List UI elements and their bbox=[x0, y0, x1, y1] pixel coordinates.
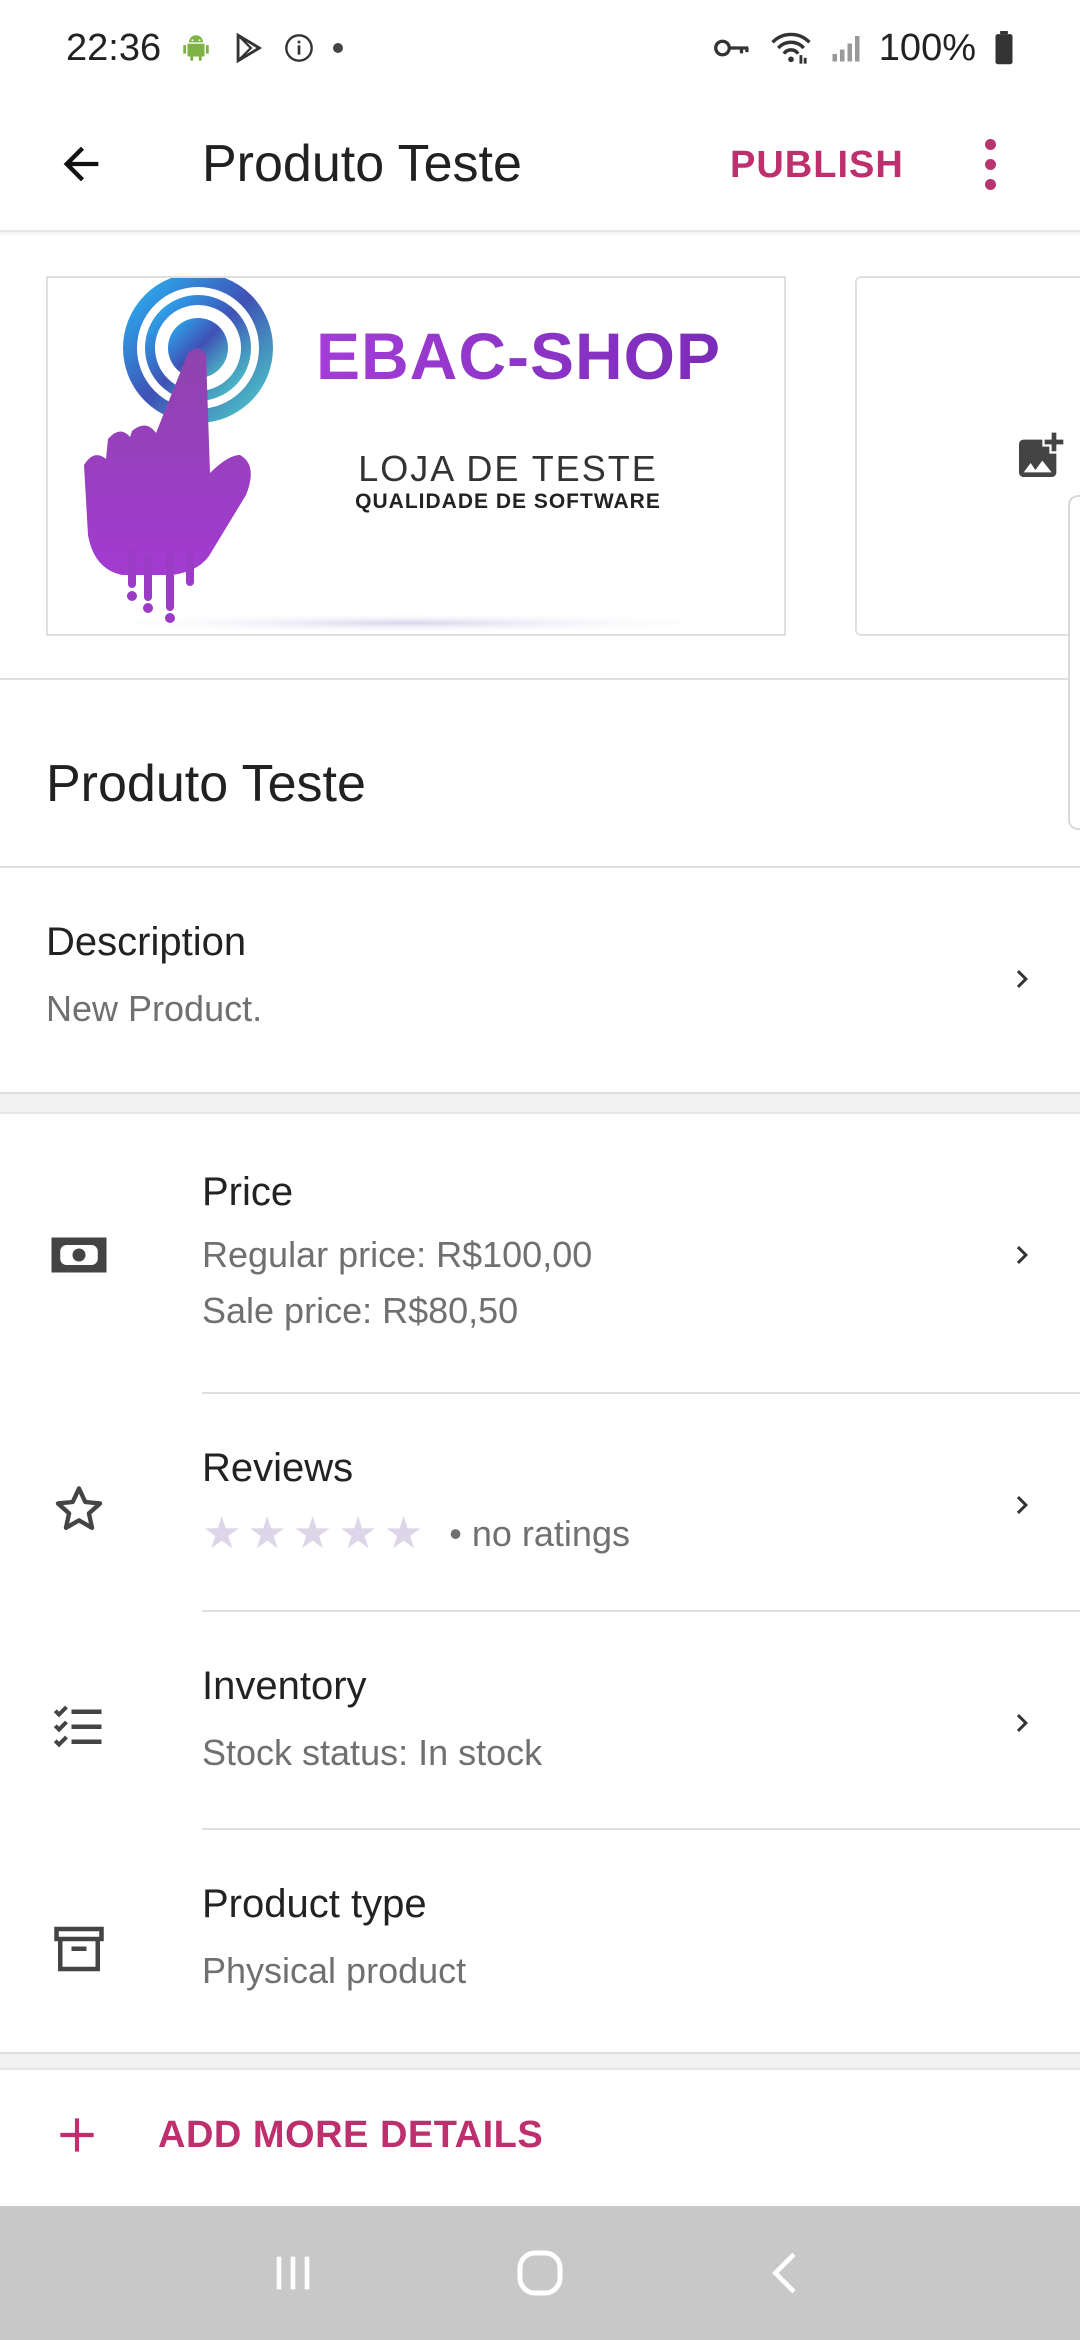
product-type-text: Product type Physical product bbox=[202, 1882, 466, 1997]
regular-price: Regular price: R$100,00 bbox=[202, 1234, 593, 1275]
status-bar: 22:36 100% bbox=[0, 0, 1080, 96]
rating-stars: ★ ★ ★ ★ ★ • no ratings bbox=[202, 1509, 630, 1559]
checklist-icon bbox=[48, 1696, 110, 1758]
description-title: Description bbox=[46, 920, 247, 964]
description-value: New Product. bbox=[46, 988, 263, 1029]
logo-tagline: QUALIDADE DE SOFTWARE bbox=[355, 490, 661, 513]
logo-subtitle: LOJA DE TESTE bbox=[358, 448, 658, 489]
chevron-right-icon bbox=[1002, 1230, 1042, 1280]
inventory-title: Inventory bbox=[202, 1664, 367, 1708]
battery-percent: 100% bbox=[878, 26, 976, 69]
inventory-text: Inventory Stock status: In stock bbox=[202, 1664, 542, 1779]
add-more-details-button[interactable]: ADD MORE DETAILS bbox=[0, 2070, 1080, 2206]
money-icon bbox=[48, 1224, 110, 1286]
rating-star-icon: ★ bbox=[338, 1509, 378, 1558]
section-divider bbox=[0, 2052, 1080, 2070]
description-row[interactable]: Description New Product. bbox=[0, 868, 1080, 1092]
status-bar-left: 22:36 bbox=[66, 26, 344, 70]
signal-icon bbox=[831, 33, 861, 63]
product-title: Produto Teste bbox=[46, 755, 366, 813]
recent-apps-icon bbox=[276, 2256, 310, 2290]
stock-status: Stock status: In stock bbox=[202, 1732, 543, 1773]
status-time: 22:36 bbox=[66, 26, 162, 69]
play-store-icon bbox=[231, 31, 265, 65]
rating-star-icon: ★ bbox=[383, 1509, 424, 1558]
app-bar: Produto Teste PUBLISH bbox=[0, 96, 1080, 232]
price-row[interactable]: Price Regular price: R$100,00 Sale price… bbox=[0, 1114, 1080, 1394]
price-text: Price Regular price: R$100,00 Sale price… bbox=[202, 1170, 592, 1337]
back-button[interactable] bbox=[46, 126, 116, 202]
chevron-right-icon bbox=[1002, 954, 1042, 1004]
vpn-key-icon bbox=[713, 33, 751, 63]
product-title-row[interactable]: Produto Teste bbox=[0, 682, 1080, 868]
add-photo-icon bbox=[1019, 432, 1064, 477]
price-title: Price bbox=[202, 1170, 294, 1214]
home-button[interactable] bbox=[495, 2233, 585, 2313]
reviews-title: Reviews bbox=[202, 1446, 354, 1490]
home-icon bbox=[517, 2250, 563, 2296]
rating-text: • no ratings bbox=[449, 1513, 630, 1554]
back-nav-button[interactable] bbox=[742, 2233, 832, 2313]
product-type-title: Product type bbox=[202, 1882, 427, 1926]
product-type-value: Physical product bbox=[202, 1950, 467, 1991]
recent-apps-button[interactable] bbox=[248, 2233, 338, 2313]
system-nav-bar bbox=[0, 2206, 1080, 2340]
info-icon bbox=[283, 32, 315, 64]
battery-icon bbox=[994, 31, 1014, 65]
star-outline-icon bbox=[48, 1478, 110, 1540]
chevron-right-icon bbox=[1002, 1698, 1042, 1748]
rating-star-icon: ★ bbox=[247, 1509, 287, 1558]
notification-dot-icon bbox=[333, 43, 344, 53]
section-divider bbox=[0, 1092, 1080, 1114]
back-chevron-icon bbox=[771, 2252, 796, 2294]
product-images: EBAC-SHOP LOJA DE TESTE QUALIDADE DE SOF… bbox=[0, 232, 1080, 680]
add-image-card[interactable] bbox=[855, 276, 1080, 636]
archive-box-icon bbox=[48, 1918, 110, 1980]
more-options-icon[interactable] bbox=[960, 126, 1020, 202]
rating-star-icon: ★ bbox=[292, 1509, 333, 1558]
arrow-back-icon bbox=[63, 146, 99, 182]
wifi-icon bbox=[769, 31, 813, 65]
plus-icon bbox=[60, 2118, 94, 2152]
android-icon bbox=[179, 31, 213, 65]
status-bar-right: 100% bbox=[713, 27, 1014, 70]
description-text: Description New Product. bbox=[46, 920, 262, 1035]
product-image[interactable]: EBAC-SHOP LOJA DE TESTE QUALIDADE DE SOF… bbox=[46, 276, 786, 636]
reviews-row[interactable]: Reviews ★ ★ ★ ★ ★ • no ratings bbox=[0, 1394, 1080, 1612]
publish-button[interactable]: PUBLISH bbox=[730, 130, 904, 200]
logo-title: EBAC-SHOP bbox=[316, 319, 722, 393]
reviews-text: Reviews ★ ★ ★ ★ ★ • no ratings bbox=[202, 1446, 630, 1559]
product-type-row[interactable]: Product type Physical product bbox=[0, 1830, 1080, 2052]
chevron-right-icon bbox=[1002, 1480, 1042, 1530]
add-more-details-label: ADD MORE DETAILS bbox=[158, 2114, 544, 2156]
inventory-row[interactable]: Inventory Stock status: In stock bbox=[0, 1612, 1080, 1830]
app-bar-title: Produto Teste bbox=[202, 135, 522, 193]
sale-price: Sale price: R$80,50 bbox=[202, 1290, 519, 1331]
rating-star-icon: ★ bbox=[202, 1509, 242, 1558]
